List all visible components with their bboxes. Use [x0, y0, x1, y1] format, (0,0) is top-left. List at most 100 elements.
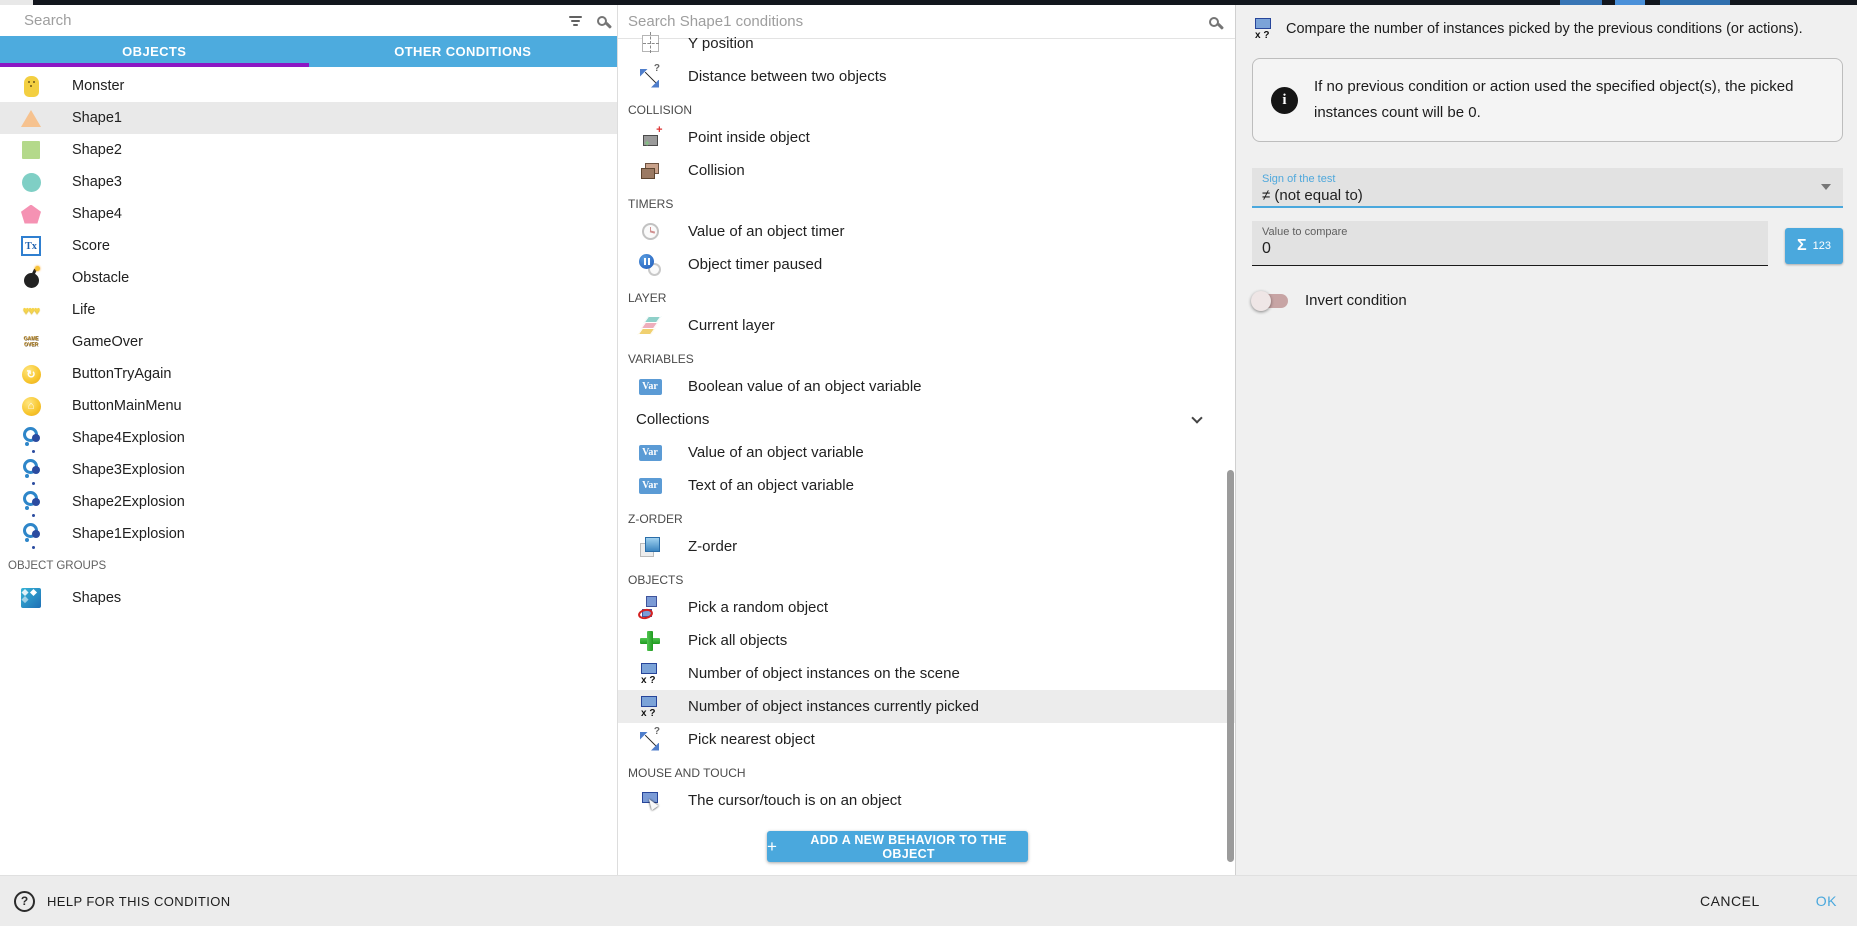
pick-all-icon: [638, 629, 662, 653]
object-groups-header: OBJECT GROUPS: [0, 550, 617, 582]
layers-icon: [638, 314, 662, 338]
object-row-obstacle[interactable]: Obstacle: [0, 262, 617, 294]
condition-value-variable[interactable]: Value of an object variable: [618, 436, 1235, 469]
info-note-text: If no previous condition or action used …: [1314, 74, 1824, 126]
condition-cursor-on-object[interactable]: The cursor/touch is on an object: [618, 784, 1235, 817]
pentagon-icon: [18, 201, 44, 227]
condition-description: Compare the number of instances picked b…: [1286, 19, 1803, 37]
group-row-shapes[interactable]: Shapes: [0, 582, 617, 614]
condition-distance[interactable]: Distance between two objects: [618, 60, 1235, 93]
condition-pick-all[interactable]: Pick all objects: [618, 624, 1235, 657]
condition-section-header: VARIABLES: [618, 342, 1235, 370]
active-tab-underline: [0, 63, 309, 67]
condition-section-header: OBJECTS: [618, 563, 1235, 591]
condition-current-layer[interactable]: Current layer: [618, 309, 1235, 342]
sigma-icon: Σ: [1797, 237, 1807, 255]
condition-instances-on-scene[interactable]: Number of object instances on the scene: [618, 657, 1235, 690]
variable-icon: [638, 441, 662, 465]
object-row-shape1explosion[interactable]: Shape1Explosion: [0, 518, 617, 550]
particle-emitter-icon: [18, 489, 44, 515]
objects-panel: OBJECTS OTHER CONDITIONS Monster Shape1 …: [0, 5, 618, 875]
condition-section-header: COLLISION: [618, 93, 1235, 121]
object-row-shape1[interactable]: Shape1: [0, 102, 617, 134]
condition-parameters-panel: Compare the number of instances picked b…: [1236, 5, 1857, 875]
z-order-icon: [638, 535, 662, 559]
value-to-compare-input[interactable]: [1262, 240, 1758, 258]
condition-pick-nearest[interactable]: Pick nearest object: [618, 723, 1235, 756]
triangle-icon: [18, 105, 44, 131]
condition-list: Y position Distance between two objects …: [618, 27, 1235, 875]
condition-boolean-variable[interactable]: Boolean value of an object variable: [618, 370, 1235, 403]
object-row-score[interactable]: Score: [0, 230, 617, 262]
game-over-icon: [18, 329, 44, 355]
object-row-shape2explosion[interactable]: Shape2Explosion: [0, 486, 617, 518]
help-button[interactable]: HELP FOR THIS CONDITION: [14, 891, 231, 912]
condition-text-variable[interactable]: Text of an object variable: [618, 469, 1235, 502]
condition-timer-paused[interactable]: Object timer paused: [618, 248, 1235, 281]
object-row-monster[interactable]: Monster: [0, 70, 617, 102]
home-button-icon: [18, 393, 44, 419]
particle-emitter-icon: [18, 457, 44, 483]
condition-section-header: TIMERS: [618, 187, 1235, 215]
sign-of-test-label: Sign of the test: [1262, 173, 1833, 185]
panel-tabs: OBJECTS OTHER CONDITIONS: [0, 36, 617, 67]
chevron-down-icon[interactable]: [1191, 412, 1202, 423]
distance-icon: [638, 65, 662, 89]
plus-icon: +: [767, 838, 777, 855]
object-row-gameover[interactable]: GameOver: [0, 326, 617, 358]
cursor-on-object-icon: [638, 789, 662, 813]
object-row-shape4[interactable]: Shape4: [0, 198, 617, 230]
expression-editor-button[interactable]: Σ 123: [1785, 228, 1843, 264]
object-row-buttontryagain[interactable]: ButtonTryAgain: [0, 358, 617, 390]
object-row-shape2[interactable]: Shape2: [0, 134, 617, 166]
value-to-compare-row: Value to compare Σ 123: [1252, 221, 1843, 266]
bomb-icon: [18, 265, 44, 291]
condition-section-header: Z-ORDER: [618, 502, 1235, 530]
conditions-panel: Y position Distance between two objects …: [618, 5, 1236, 875]
cancel-button[interactable]: CANCEL: [1700, 893, 1760, 909]
timer-icon: [638, 220, 662, 244]
pick-nearest-icon: [638, 728, 662, 752]
condition-z-order[interactable]: Z-order: [618, 530, 1235, 563]
invert-condition-row: Invert condition: [1252, 292, 1843, 309]
condition-section-header: LAYER: [618, 281, 1235, 309]
info-icon: [1271, 87, 1298, 114]
condition-point-inside[interactable]: Point inside object: [618, 121, 1235, 154]
object-row-buttonmainmenu[interactable]: ButtonMainMenu: [0, 390, 617, 422]
filter-icon[interactable]: [568, 16, 583, 26]
help-icon: [14, 891, 35, 912]
pick-random-icon: [638, 596, 662, 620]
object-row-shape3explosion[interactable]: Shape3Explosion: [0, 454, 617, 486]
tab-other-conditions[interactable]: OTHER CONDITIONS: [309, 36, 618, 67]
variable-icon: [638, 375, 662, 399]
object-row-shape3[interactable]: Shape3: [0, 166, 617, 198]
particle-emitter-icon: [18, 425, 44, 451]
object-row-life[interactable]: Life: [0, 294, 617, 326]
point-inside-icon: [638, 126, 662, 150]
scrollbar-thumb[interactable]: [1227, 470, 1234, 862]
monster-icon: [18, 73, 44, 99]
ok-button[interactable]: OK: [1816, 893, 1837, 909]
condition-instances-picked[interactable]: Number of object instances currently pic…: [618, 690, 1235, 723]
condition-group-collections[interactable]: Collections: [618, 403, 1235, 436]
condition-description-row: Compare the number of instances picked b…: [1252, 19, 1843, 40]
sign-of-test-value: ≠ (not equal to): [1262, 187, 1833, 204]
timer-paused-icon: [638, 253, 662, 277]
sign-of-test-select[interactable]: Sign of the test ≠ (not equal to): [1252, 168, 1843, 208]
instances-count-icon: [638, 695, 662, 719]
condition-timer-value[interactable]: Value of an object timer: [618, 215, 1235, 248]
condition-y-position[interactable]: Y position: [618, 27, 1235, 60]
condition-pick-random[interactable]: Pick a random object: [618, 591, 1235, 624]
object-list: Monster Shape1 Shape2 Shape3 Shape4: [0, 67, 617, 875]
dialog-footer: HELP FOR THIS CONDITION CANCEL OK: [0, 875, 1857, 926]
circle-icon: [18, 169, 44, 195]
collision-icon: [638, 159, 662, 183]
invert-condition-toggle[interactable]: [1254, 294, 1288, 308]
instances-count-icon: [638, 662, 662, 686]
condition-collision[interactable]: Collision: [618, 154, 1235, 187]
value-to-compare-field[interactable]: Value to compare: [1252, 221, 1768, 266]
object-row-shape4explosion[interactable]: Shape4Explosion: [0, 422, 617, 454]
add-behavior-button[interactable]: + ADD A NEW BEHAVIOR TO THE OBJECT: [767, 831, 1028, 862]
search-icon[interactable]: [597, 16, 607, 26]
objects-search-input[interactable]: [24, 12, 568, 29]
